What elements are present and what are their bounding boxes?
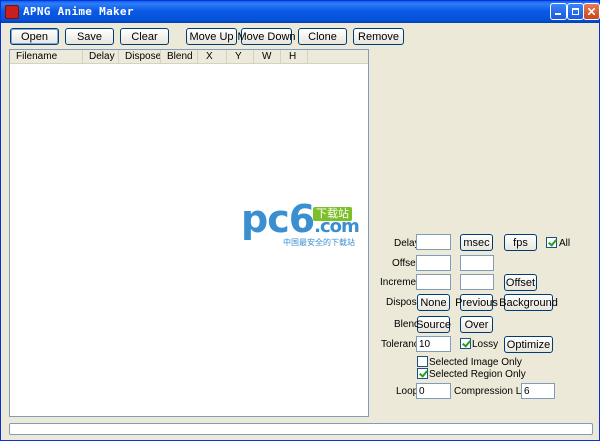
blend-source-button[interactable]: Source [416, 316, 451, 333]
column-h[interactable]: H [281, 50, 308, 64]
fps-button[interactable]: fps [504, 234, 537, 251]
clear-button[interactable]: Clear [120, 28, 169, 45]
list-header: Filename Delay Dispose Blend X Y W H [10, 50, 368, 64]
watermark-subtitle: 中国最安全的下载站 [283, 238, 355, 247]
app-icon[interactable] [5, 5, 19, 19]
maximize-button[interactable] [567, 3, 584, 20]
close-button[interactable] [583, 3, 600, 20]
selected-region-only-checkbox[interactable] [417, 368, 428, 379]
column-w[interactable]: W [254, 50, 281, 64]
selected-image-only-checkbox[interactable] [417, 356, 428, 367]
all-label: All [559, 238, 571, 249]
column-y[interactable]: Y [227, 50, 254, 64]
watermark-logo: pc6.com 下载站 中国最安全的下载站 [241, 199, 376, 249]
dispose-background-button[interactable]: Background [499, 294, 558, 311]
minimize-button[interactable] [550, 3, 567, 20]
move-up-button[interactable]: Move Up [186, 28, 237, 45]
selected-image-only-label: Selected Image Only [429, 357, 522, 368]
delay-input[interactable] [416, 234, 451, 250]
dispose-previous-button[interactable]: Previous [455, 294, 498, 311]
column-x[interactable]: X [198, 50, 227, 64]
column-filename[interactable]: Filename [10, 50, 83, 64]
column-delay[interactable]: Delay [83, 50, 119, 64]
loop-label: Loop [396, 386, 419, 397]
watermark-badge: 下载站 [313, 207, 352, 221]
column-blend[interactable]: Blend [161, 50, 198, 64]
progress-bar [9, 423, 593, 435]
offset-y-input[interactable] [460, 255, 494, 271]
msec-button[interactable]: msec [460, 234, 493, 251]
main-window: APNG Anime Maker Open Save Clear Move Up… [0, 0, 600, 441]
lossy-checkbox[interactable] [460, 338, 471, 349]
move-down-button[interactable]: Move Down [237, 28, 296, 45]
clone-button[interactable]: Clone [298, 28, 347, 45]
save-button[interactable]: Save [65, 28, 114, 45]
dispose-none-button[interactable]: None [417, 294, 450, 311]
offset-button[interactable]: Offset [504, 274, 537, 291]
remove-button[interactable]: Remove [353, 28, 404, 45]
offset-label: Offset [392, 258, 419, 269]
window-title: APNG Anime Maker [23, 5, 134, 18]
compression-level-input[interactable] [521, 383, 555, 399]
column-dispose[interactable]: Dispose [119, 50, 161, 64]
minimize-icon [555, 13, 561, 15]
blend-over-button[interactable]: Over [460, 316, 493, 333]
increment-x-input[interactable] [416, 274, 451, 290]
close-icon [588, 8, 595, 15]
open-button[interactable]: Open [10, 28, 59, 45]
tolerance-input[interactable] [416, 336, 451, 352]
all-checkbox[interactable] [546, 237, 557, 248]
offset-x-input[interactable] [416, 255, 451, 271]
lossy-label: Lossy [472, 339, 499, 350]
title-bar[interactable]: APNG Anime Maker [1, 1, 600, 23]
optimize-button[interactable]: Optimize [504, 336, 553, 353]
maximize-icon [572, 8, 579, 15]
selected-region-only-label: Selected Region Only [429, 369, 526, 380]
loop-input[interactable] [416, 383, 451, 399]
increment-y-input[interactable] [460, 274, 494, 290]
